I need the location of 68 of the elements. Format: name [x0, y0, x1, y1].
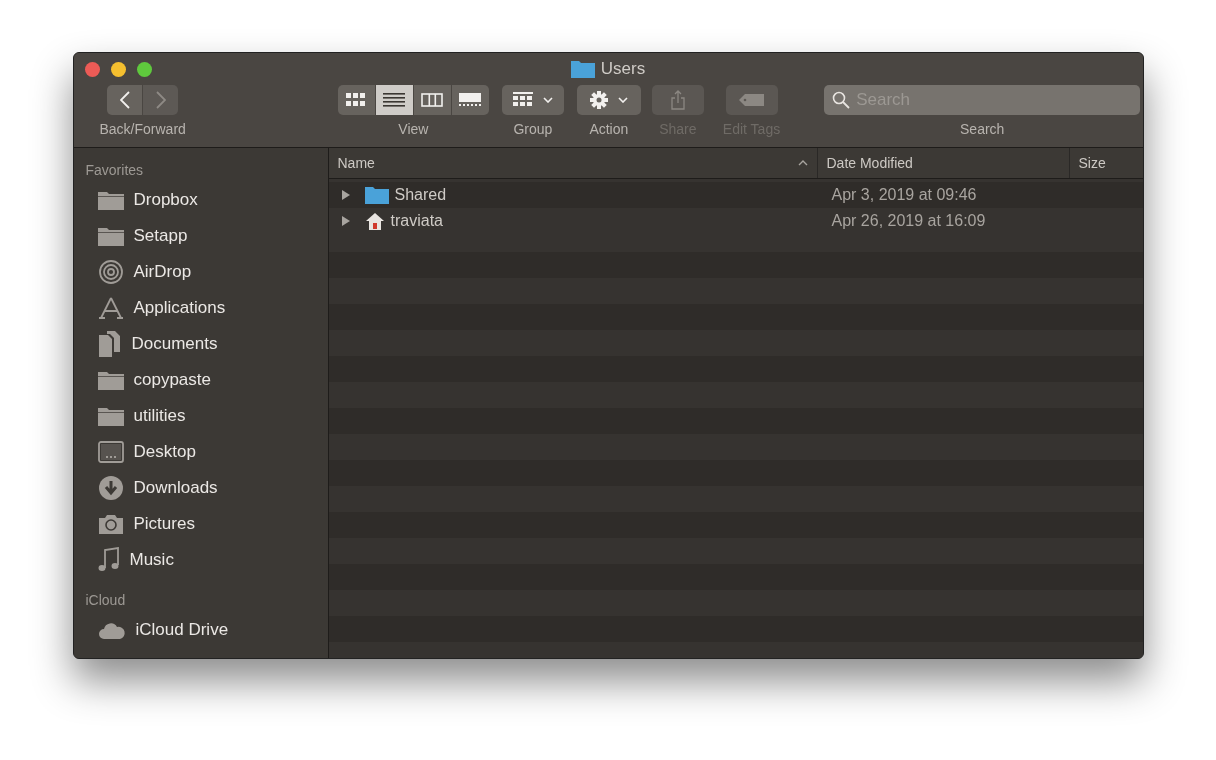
gallery-icon [459, 93, 482, 107]
folder-icon [364, 186, 389, 204]
toolbar-label: Search [960, 121, 1005, 137]
zoom-button[interactable] [136, 61, 152, 77]
toolbar-label: View [398, 121, 429, 137]
column-header[interactable]: Name [328, 148, 818, 178]
share-icon [670, 90, 685, 110]
chevron-down-icon [542, 97, 553, 103]
column-header[interactable]: Size [1069, 148, 1143, 178]
toolbar-label: Back/Forward [99, 121, 186, 137]
tag-icon [738, 94, 765, 106]
search-icon [832, 91, 851, 109]
column-header[interactable]: Date Modified [817, 148, 1070, 178]
sidebar-item[interactable]: Pictures [73, 506, 328, 542]
view-mode-button[interactable] [337, 85, 375, 115]
chevron-left-icon [119, 91, 130, 109]
music-note-icon [97, 547, 120, 573]
view-mode-button[interactable] [451, 85, 489, 115]
sidebar-item[interactable]: iCloud Drive [73, 612, 328, 648]
back-button[interactable] [107, 85, 143, 115]
sidebar-item[interactable]: utilities [73, 398, 328, 434]
download-icon [97, 475, 124, 501]
toolbar-button[interactable] [501, 85, 564, 115]
disclosure-triangle-icon[interactable] [340, 190, 351, 200]
sidebar-item[interactable]: Applications [73, 290, 328, 326]
window-title: Users [600, 59, 646, 79]
house-icon [364, 212, 385, 230]
file-name: Shared [394, 186, 447, 204]
sidebar-item[interactable]: Documents [73, 326, 328, 362]
view-mode-button[interactable] [375, 85, 413, 115]
toolbar-button[interactable] [576, 85, 641, 115]
date-cell-text: Apr 26, 2019 at 16:09 [830, 212, 986, 230]
sidebar-item[interactable]: Music [73, 542, 328, 578]
chevron-down-icon [617, 97, 628, 103]
folder-icon [570, 60, 595, 78]
toolbar-label: Action [589, 121, 629, 137]
date-cell-text: Apr 3, 2019 at 09:46 [830, 186, 977, 204]
sidebar-section-title: iCloud [84, 591, 127, 610]
list-icon [383, 92, 406, 108]
sidebar-item[interactable]: Downloads [73, 470, 328, 506]
disclosure-triangle-icon[interactable] [340, 216, 351, 226]
close-button[interactable] [84, 61, 100, 77]
camera-icon [97, 513, 124, 535]
folder-icon [97, 226, 124, 246]
chevron-right-icon [155, 91, 166, 109]
folder-icon [97, 370, 124, 390]
sidebar-item[interactable]: Setapp [73, 218, 328, 254]
app-store-icon [97, 296, 124, 320]
sort-caret-icon [797, 160, 808, 166]
airdrop-icon [97, 259, 124, 285]
toolbar-label: Group [513, 121, 553, 137]
sidebar-item[interactable]: Dropbox [73, 182, 328, 218]
grid-icon [346, 93, 367, 107]
columns-icon [421, 93, 444, 107]
sidebar-item[interactable]: AirDrop [73, 254, 328, 290]
sidebar-item[interactable]: Desktop [73, 434, 328, 470]
desktop-icon [97, 441, 124, 463]
file-name: traviata [390, 212, 443, 230]
gear-icon [589, 91, 608, 109]
minimize-button[interactable] [110, 61, 126, 77]
folder-icon [97, 406, 124, 426]
documents-icon [97, 331, 122, 357]
cloud-icon [97, 620, 126, 640]
view-mode-button[interactable] [413, 85, 451, 115]
sidebar-item[interactable]: copypaste [73, 362, 328, 398]
sidebar-section-title: Favorites [84, 161, 145, 180]
grid-icon [512, 92, 533, 108]
folder-icon [97, 190, 124, 210]
